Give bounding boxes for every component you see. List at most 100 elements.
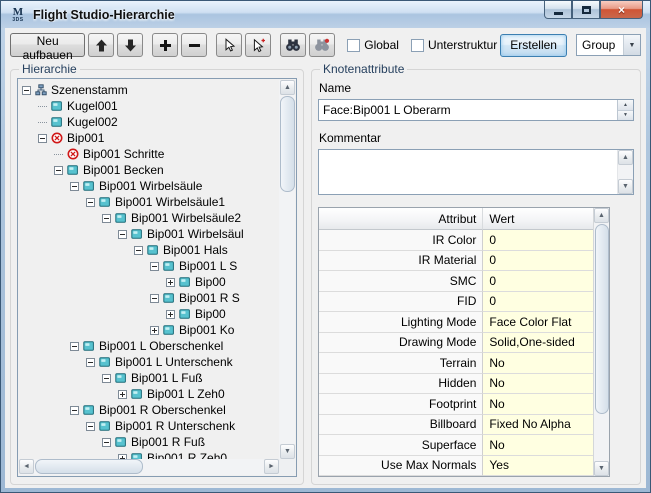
tree-item[interactable]: Bip001 — [20, 130, 279, 146]
attribute-value-cell[interactable]: No — [483, 394, 593, 415]
expand-toggle[interactable] — [166, 309, 175, 319]
name-input[interactable] — [319, 100, 617, 120]
attribute-value-cell[interactable]: Face Color Flat — [483, 312, 593, 333]
attribute-name-cell: SMC — [319, 271, 484, 292]
tree-item[interactable]: Bip001 Schritte — [20, 146, 279, 162]
tree-item[interactable]: Bip001 Wirbelsäul — [20, 226, 279, 242]
tree-item[interactable]: Bip001 L Fuß — [20, 370, 279, 386]
scroll-right-button[interactable]: ► — [264, 459, 279, 474]
hierarchy-tree[interactable]: Szenenstamm Kugel001 Kugel002 Bip001 Bip001 … — [20, 80, 279, 459]
collapse-toggle[interactable] — [38, 133, 47, 143]
attribute-value-cell[interactable]: Yes — [483, 455, 593, 476]
tree-item[interactable]: Bip001 L Zeh0 — [20, 386, 279, 402]
scroll-up-button[interactable]: ▲ — [594, 208, 609, 223]
node-icon — [131, 388, 143, 400]
collapse-toggle[interactable] — [54, 165, 63, 175]
expand-toggle[interactable] — [118, 389, 127, 399]
titlebar[interactable]: M 3DS Flight Studio-Hierarchie × — [1, 1, 650, 28]
node-attributes-group: Knotenattribute Name ▲ ▼ Kommentar ▲ ▼ — [311, 62, 641, 485]
collapse-toggle[interactable] — [150, 261, 159, 271]
search-button[interactable] — [280, 33, 307, 57]
tree-vertical-scrollbar[interactable]: ▲ ▼ — [279, 80, 295, 459]
tree-item[interactable]: Bip001 L Unterschenk — [20, 354, 279, 370]
collapse-toggle[interactable] — [102, 373, 111, 383]
attribute-value-cell[interactable]: Fixed No Alpha — [483, 414, 593, 435]
scrollbar-thumb[interactable] — [280, 96, 295, 192]
table-scrollbar[interactable]: ▲ ▼ — [593, 208, 609, 476]
minimize-button[interactable] — [544, 1, 572, 19]
scroll-up-button[interactable]: ▲ — [280, 80, 295, 95]
tree-item[interactable]: Bip001 Wirbelsäule1 — [20, 194, 279, 210]
tree-item[interactable]: Bip00 — [20, 306, 279, 322]
tree-item[interactable]: Bip001 R Zeh0 — [20, 450, 279, 459]
tree-item[interactable]: Bip001 R Unterschenk — [20, 418, 279, 434]
scrollbar-thumb[interactable] — [595, 224, 609, 414]
tree-item[interactable]: Kugel001 — [20, 98, 279, 114]
tree-item[interactable]: Bip00 — [20, 274, 279, 290]
move-up-button[interactable] — [88, 33, 115, 57]
expand-toggle[interactable] — [150, 325, 159, 335]
close-button[interactable]: × — [600, 1, 643, 19]
group-combobox[interactable]: Group ▼ — [575, 34, 641, 56]
expand-toggle[interactable] — [166, 277, 175, 287]
move-down-button[interactable] — [117, 33, 144, 57]
collapse-toggle[interactable] — [70, 181, 79, 191]
global-checkbox-box[interactable] — [347, 38, 361, 52]
attribute-value-cell[interactable]: Solid,One-sided — [483, 332, 593, 353]
remove-node-button[interactable] — [181, 33, 208, 57]
collapse-toggle[interactable] — [102, 437, 111, 447]
tree-item[interactable]: Bip001 Hals — [20, 242, 279, 258]
attribute-value-cell[interactable]: 0 — [483, 271, 593, 292]
tree-item[interactable]: Kugel002 — [20, 114, 279, 130]
tree-item[interactable]: Szenenstamm — [20, 82, 279, 98]
attribute-value-cell[interactable]: 0 — [483, 250, 593, 271]
collapse-toggle[interactable] — [134, 245, 143, 255]
scroll-up-button[interactable]: ▲ — [618, 150, 633, 165]
tree-item[interactable]: Bip001 Wirbelsäule — [20, 178, 279, 194]
tree-item[interactable]: Bip001 Becken — [20, 162, 279, 178]
spin-up-button[interactable]: ▲ — [618, 100, 633, 111]
global-checkbox[interactable]: Global — [347, 38, 399, 52]
tree-item[interactable]: Bip001 Wirbelsäule2 — [20, 210, 279, 226]
scrollbar-thumb[interactable] — [35, 459, 143, 474]
tree-item[interactable]: Bip001 Ko — [20, 322, 279, 338]
attribute-value-cell[interactable]: No — [483, 353, 593, 374]
rebuild-button[interactable]: Neu aufbauen — [10, 33, 86, 62]
tree-item[interactable]: Bip001 R Fuß — [20, 434, 279, 450]
tree-item[interactable]: Bip001 L S — [20, 258, 279, 274]
collapse-toggle[interactable] — [150, 293, 159, 303]
comment-scrollbar[interactable]: ▲ ▼ — [617, 150, 633, 194]
pick-node-alt-button[interactable] — [245, 33, 272, 57]
create-button[interactable]: Erstellen — [500, 33, 567, 57]
add-node-button[interactable] — [152, 33, 179, 57]
collapse-toggle[interactable] — [70, 405, 79, 415]
attribute-value-cell[interactable]: No — [483, 373, 593, 394]
collapse-toggle[interactable] — [102, 213, 111, 223]
maximize-button[interactable] — [572, 1, 600, 19]
chevron-down-icon[interactable]: ▼ — [623, 35, 640, 55]
attribute-value-cell[interactable]: 0 — [483, 230, 593, 251]
scroll-down-button[interactable]: ▼ — [280, 444, 295, 459]
attribute-value-cell[interactable]: No — [483, 435, 593, 456]
collapse-toggle[interactable] — [118, 229, 127, 239]
spin-down-button[interactable]: ▼ — [618, 110, 633, 120]
scroll-down-button[interactable]: ▼ — [594, 461, 609, 476]
tree-item[interactable]: Bip001 L Oberschenkel — [20, 338, 279, 354]
collapse-toggle[interactable] — [70, 341, 79, 351]
comment-input[interactable] — [319, 150, 617, 194]
tree-item[interactable]: Bip001 R Oberschenkel — [20, 402, 279, 418]
scroll-down-button[interactable]: ▼ — [618, 179, 633, 194]
tree-item[interactable]: Bip001 R S — [20, 290, 279, 306]
pick-node-button[interactable] — [216, 33, 243, 57]
collapse-toggle[interactable] — [86, 421, 95, 431]
collapse-toggle[interactable] — [22, 85, 31, 95]
attribute-value-cell[interactable]: 0 — [483, 291, 593, 312]
collapse-toggle[interactable] — [86, 357, 95, 367]
tree-horizontal-scrollbar[interactable]: ◄ ► — [19, 459, 279, 475]
collapse-toggle[interactable] — [86, 197, 95, 207]
search-next-button[interactable] — [309, 33, 336, 57]
substructure-checkbox[interactable]: Unterstruktur — [410, 38, 497, 52]
substructure-checkbox-box[interactable] — [410, 38, 424, 52]
tree-item-label: Bip001 R Unterschenk — [115, 419, 236, 433]
scroll-left-button[interactable]: ◄ — [19, 459, 34, 474]
